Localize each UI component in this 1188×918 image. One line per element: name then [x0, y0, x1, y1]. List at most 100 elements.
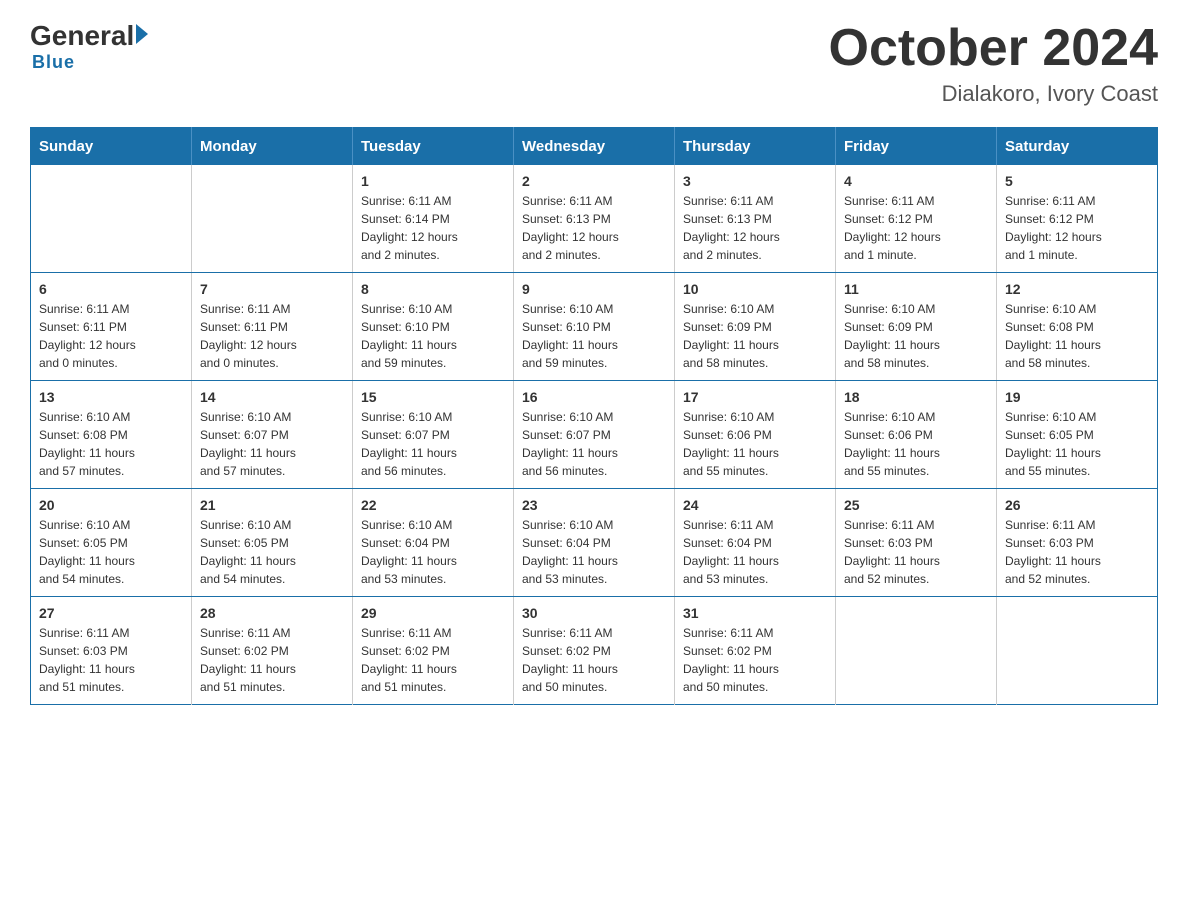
- calendar-cell: 6 Sunrise: 6:11 AM Sunset: 6:11 PM Daylig…: [31, 273, 192, 381]
- day-info: Sunrise: 6:10 AM Sunset: 6:05 PM Dayligh…: [200, 516, 344, 588]
- calendar-cell: 15Sunrise: 6:10 AM Sunset: 6:07 PM Dayli…: [353, 381, 514, 489]
- weekday-header-wednesday: Wednesday: [514, 128, 675, 166]
- calendar-cell: 27Sunrise: 6:11 AM Sunset: 6:03 PM Dayli…: [31, 597, 192, 705]
- calendar-week-row: 13Sunrise: 6:10 AM Sunset: 6:08 PM Dayli…: [31, 381, 1158, 489]
- calendar-cell: 22 Sunrise: 6:10 AM Sunset: 6:04 PM Dayli…: [353, 489, 514, 597]
- calendar-cell: 1 Sunrise: 6:11 AM Sunset: 6:14 PM Daylig…: [353, 165, 514, 273]
- calendar-cell: 3Sunrise: 6:11 AM Sunset: 6:13 PM Daylig…: [675, 165, 836, 273]
- day-info: Sunrise: 6:10 AM Sunset: 6:08 PM Dayligh…: [1005, 300, 1149, 372]
- calendar-cell: 24 Sunrise: 6:11 AM Sunset: 6:04 PM Dayli…: [675, 489, 836, 597]
- day-number: 22: [361, 497, 505, 513]
- day-number: 2: [522, 173, 666, 189]
- day-info: Sunrise: 6:11 AM Sunset: 6:02 PM Dayligh…: [522, 624, 666, 696]
- logo-blue-text: Blue: [30, 52, 75, 73]
- day-info: Sunrise: 6:10 AM Sunset: 6:07 PM Dayligh…: [361, 408, 505, 480]
- day-number: 5: [1005, 173, 1149, 189]
- day-info: Sunrise: 6:11 AM Sunset: 6:13 PM Dayligh…: [683, 192, 827, 264]
- day-info: Sunrise: 6:10 AM Sunset: 6:04 PM Dayligh…: [361, 516, 505, 588]
- day-number: 18: [844, 389, 988, 405]
- calendar-cell: 7 Sunrise: 6:11 AM Sunset: 6:11 PM Daylig…: [192, 273, 353, 381]
- calendar-body: 1 Sunrise: 6:11 AM Sunset: 6:14 PM Daylig…: [31, 165, 1158, 705]
- day-number: 1: [361, 173, 505, 189]
- weekday-header-monday: Monday: [192, 128, 353, 166]
- calendar-cell: 30 Sunrise: 6:11 AM Sunset: 6:02 PM Dayli…: [514, 597, 675, 705]
- calendar-cell: 18 Sunrise: 6:10 AM Sunset: 6:06 PM Dayli…: [836, 381, 997, 489]
- calendar-cell: 12 Sunrise: 6:10 AM Sunset: 6:08 PM Dayli…: [997, 273, 1158, 381]
- calendar-week-row: 20 Sunrise: 6:10 AM Sunset: 6:05 PM Dayli…: [31, 489, 1158, 597]
- day-number: 14: [200, 389, 344, 405]
- day-info: Sunrise: 6:10 AM Sunset: 6:09 PM Dayligh…: [683, 300, 827, 372]
- day-number: 9: [522, 281, 666, 297]
- day-number: 16: [522, 389, 666, 405]
- day-number: 12: [1005, 281, 1149, 297]
- day-info: Sunrise: 6:10 AM Sunset: 6:08 PM Dayligh…: [39, 408, 183, 480]
- month-title: October 2024: [829, 20, 1159, 77]
- day-number: 7: [200, 281, 344, 297]
- day-number: 31: [683, 605, 827, 621]
- calendar-cell: 31Sunrise: 6:11 AM Sunset: 6:02 PM Dayli…: [675, 597, 836, 705]
- calendar-cell: 26Sunrise: 6:11 AM Sunset: 6:03 PM Dayli…: [997, 489, 1158, 597]
- day-info: Sunrise: 6:10 AM Sunset: 6:06 PM Dayligh…: [844, 408, 988, 480]
- calendar-cell: 20 Sunrise: 6:10 AM Sunset: 6:05 PM Dayli…: [31, 489, 192, 597]
- day-info: Sunrise: 6:10 AM Sunset: 6:07 PM Dayligh…: [200, 408, 344, 480]
- calendar-cell: 4Sunrise: 6:11 AM Sunset: 6:12 PM Daylig…: [836, 165, 997, 273]
- calendar-week-row: 6 Sunrise: 6:11 AM Sunset: 6:11 PM Daylig…: [31, 273, 1158, 381]
- day-info: Sunrise: 6:11 AM Sunset: 6:13 PM Dayligh…: [522, 192, 666, 264]
- day-number: 20: [39, 497, 183, 513]
- day-number: 26: [1005, 497, 1149, 513]
- calendar-week-row: 1 Sunrise: 6:11 AM Sunset: 6:14 PM Daylig…: [31, 165, 1158, 273]
- logo-area: General Blue: [30, 20, 156, 73]
- day-info: Sunrise: 6:11 AM Sunset: 6:02 PM Dayligh…: [200, 624, 344, 696]
- day-number: 28: [200, 605, 344, 621]
- logo-blue-label: Blue: [32, 52, 75, 72]
- day-number: 17: [683, 389, 827, 405]
- day-info: Sunrise: 6:11 AM Sunset: 6:11 PM Dayligh…: [39, 300, 183, 372]
- calendar-cell: 2 Sunrise: 6:11 AM Sunset: 6:13 PM Daylig…: [514, 165, 675, 273]
- weekday-header-sunday: Sunday: [31, 128, 192, 166]
- day-info: Sunrise: 6:11 AM Sunset: 6:03 PM Dayligh…: [39, 624, 183, 696]
- day-info: Sunrise: 6:10 AM Sunset: 6:07 PM Dayligh…: [522, 408, 666, 480]
- calendar-cell: 21 Sunrise: 6:10 AM Sunset: 6:05 PM Dayli…: [192, 489, 353, 597]
- calendar-cell: 14 Sunrise: 6:10 AM Sunset: 6:07 PM Dayli…: [192, 381, 353, 489]
- calendar-cell: [192, 165, 353, 273]
- day-info: Sunrise: 6:10 AM Sunset: 6:10 PM Dayligh…: [522, 300, 666, 372]
- day-info: Sunrise: 6:11 AM Sunset: 6:14 PM Dayligh…: [361, 192, 505, 264]
- calendar-cell: 29Sunrise: 6:11 AM Sunset: 6:02 PM Dayli…: [353, 597, 514, 705]
- calendar-cell: [836, 597, 997, 705]
- day-number: 19: [1005, 389, 1149, 405]
- calendar-cell: 25 Sunrise: 6:11 AM Sunset: 6:03 PM Dayli…: [836, 489, 997, 597]
- day-info: Sunrise: 6:10 AM Sunset: 6:05 PM Dayligh…: [39, 516, 183, 588]
- calendar-cell: 16 Sunrise: 6:10 AM Sunset: 6:07 PM Dayli…: [514, 381, 675, 489]
- logo-general-text: General: [30, 20, 134, 52]
- day-info: Sunrise: 6:11 AM Sunset: 6:02 PM Dayligh…: [361, 624, 505, 696]
- day-info: Sunrise: 6:10 AM Sunset: 6:10 PM Dayligh…: [361, 300, 505, 372]
- calendar-cell: 10Sunrise: 6:10 AM Sunset: 6:09 PM Dayli…: [675, 273, 836, 381]
- day-info: Sunrise: 6:11 AM Sunset: 6:03 PM Dayligh…: [844, 516, 988, 588]
- logo-triangle-icon: [136, 24, 148, 44]
- logo: General: [30, 20, 156, 52]
- day-number: 30: [522, 605, 666, 621]
- day-number: 23: [522, 497, 666, 513]
- calendar-cell: 23Sunrise: 6:10 AM Sunset: 6:04 PM Dayli…: [514, 489, 675, 597]
- header: General Blue October 2024 Dialakoro, Ivo…: [30, 20, 1158, 107]
- day-number: 25: [844, 497, 988, 513]
- day-info: Sunrise: 6:10 AM Sunset: 6:09 PM Dayligh…: [844, 300, 988, 372]
- weekday-header-saturday: Saturday: [997, 128, 1158, 166]
- day-info: Sunrise: 6:10 AM Sunset: 6:06 PM Dayligh…: [683, 408, 827, 480]
- calendar-cell: 5 Sunrise: 6:11 AM Sunset: 6:12 PM Daylig…: [997, 165, 1158, 273]
- day-number: 21: [200, 497, 344, 513]
- day-number: 6: [39, 281, 183, 297]
- day-info: Sunrise: 6:11 AM Sunset: 6:12 PM Dayligh…: [844, 192, 988, 264]
- calendar-cell: 19Sunrise: 6:10 AM Sunset: 6:05 PM Dayli…: [997, 381, 1158, 489]
- calendar-cell: [997, 597, 1158, 705]
- calendar-cell: 28 Sunrise: 6:11 AM Sunset: 6:02 PM Dayli…: [192, 597, 353, 705]
- day-info: Sunrise: 6:11 AM Sunset: 6:04 PM Dayligh…: [683, 516, 827, 588]
- day-info: Sunrise: 6:11 AM Sunset: 6:11 PM Dayligh…: [200, 300, 344, 372]
- weekday-header-thursday: Thursday: [675, 128, 836, 166]
- day-number: 24: [683, 497, 827, 513]
- day-info: Sunrise: 6:11 AM Sunset: 6:12 PM Dayligh…: [1005, 192, 1149, 264]
- calendar-cell: [31, 165, 192, 273]
- calendar-cell: 9 Sunrise: 6:10 AM Sunset: 6:10 PM Daylig…: [514, 273, 675, 381]
- calendar-cell: 11 Sunrise: 6:10 AM Sunset: 6:09 PM Dayli…: [836, 273, 997, 381]
- day-number: 11: [844, 281, 988, 297]
